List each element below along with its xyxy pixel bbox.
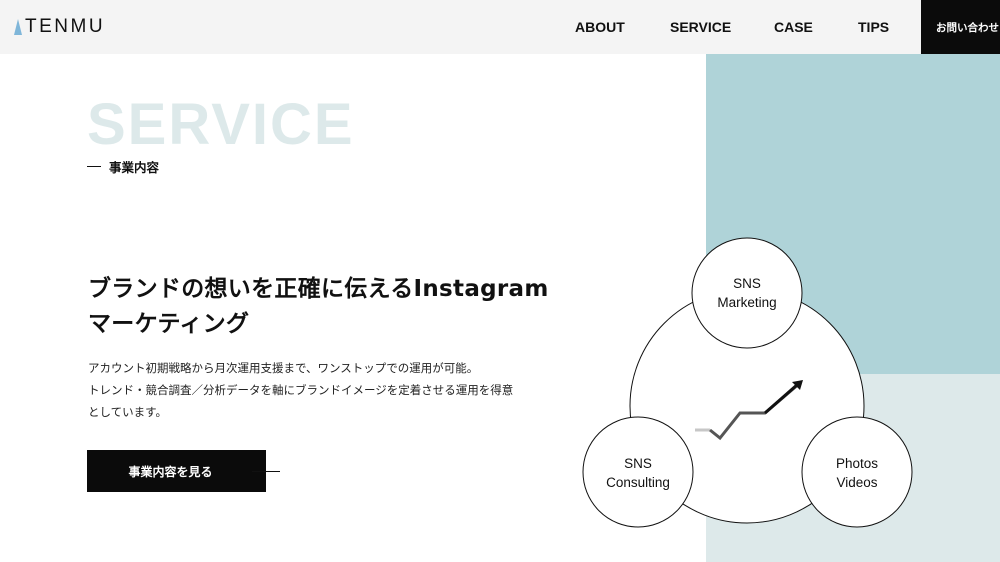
service-diagram: SNS Marketing SNS Consulting Photos Vide… xyxy=(582,237,913,528)
hero-description: アカウント初期戦略から月次運用支援まで、ワンストップでの運用が可能。 トレンド・… xyxy=(88,357,558,423)
site-header: TENMU ABOUT SERVICE CASE TIPS お問い合わせ xyxy=(0,0,1000,54)
sns-consulting-line1: SNS xyxy=(624,456,652,471)
cta-arrow-line xyxy=(252,471,280,472)
sns-consulting-line2: Consulting xyxy=(606,475,670,490)
sns-marketing-line1: SNS xyxy=(733,276,761,291)
logo[interactable]: TENMU xyxy=(14,13,105,41)
triangle-mark-icon xyxy=(14,19,22,35)
desc-line-1: アカウント初期戦略から月次運用支援まで、ワンストップでの運用が可能。 xyxy=(88,361,479,375)
sns-marketing-circle xyxy=(691,237,803,349)
sns-consulting-circle xyxy=(582,416,694,528)
headline-line-2: マーケティング xyxy=(88,311,250,337)
section-title-jp-text: 事業内容 xyxy=(109,160,160,175)
nav-case[interactable]: CASE xyxy=(774,0,813,54)
contact-button[interactable]: お問い合わせ xyxy=(921,0,1000,54)
photos-videos-circle xyxy=(801,416,913,528)
photos-videos-line1: Photos xyxy=(836,456,878,471)
logo-text: TENMU xyxy=(25,16,106,37)
desc-line-3: としています。 xyxy=(88,405,168,419)
desc-line-2: トレンド・競合調査／分析データを軸にブランドイメージを定着させる運用を得意 xyxy=(88,383,514,397)
nav-about[interactable]: ABOUT xyxy=(575,0,625,54)
nav-tips[interactable]: TIPS xyxy=(858,0,889,54)
headline-line-1: ブランドの想いを正確に伝えるInstagram xyxy=(88,276,549,302)
nav-service[interactable]: SERVICE xyxy=(670,0,731,54)
section-title-jp: 事業内容 xyxy=(87,157,159,176)
dash-divider xyxy=(87,166,101,167)
sns-marketing-line2: Marketing xyxy=(717,295,776,310)
section-title-en: SERVICE xyxy=(87,92,355,157)
photos-videos-line2: Videos xyxy=(836,475,877,490)
hero-headline: ブランドの想いを正確に伝えるInstagram マーケティング xyxy=(88,272,568,342)
view-service-button[interactable]: 事業内容を見る xyxy=(87,450,266,492)
